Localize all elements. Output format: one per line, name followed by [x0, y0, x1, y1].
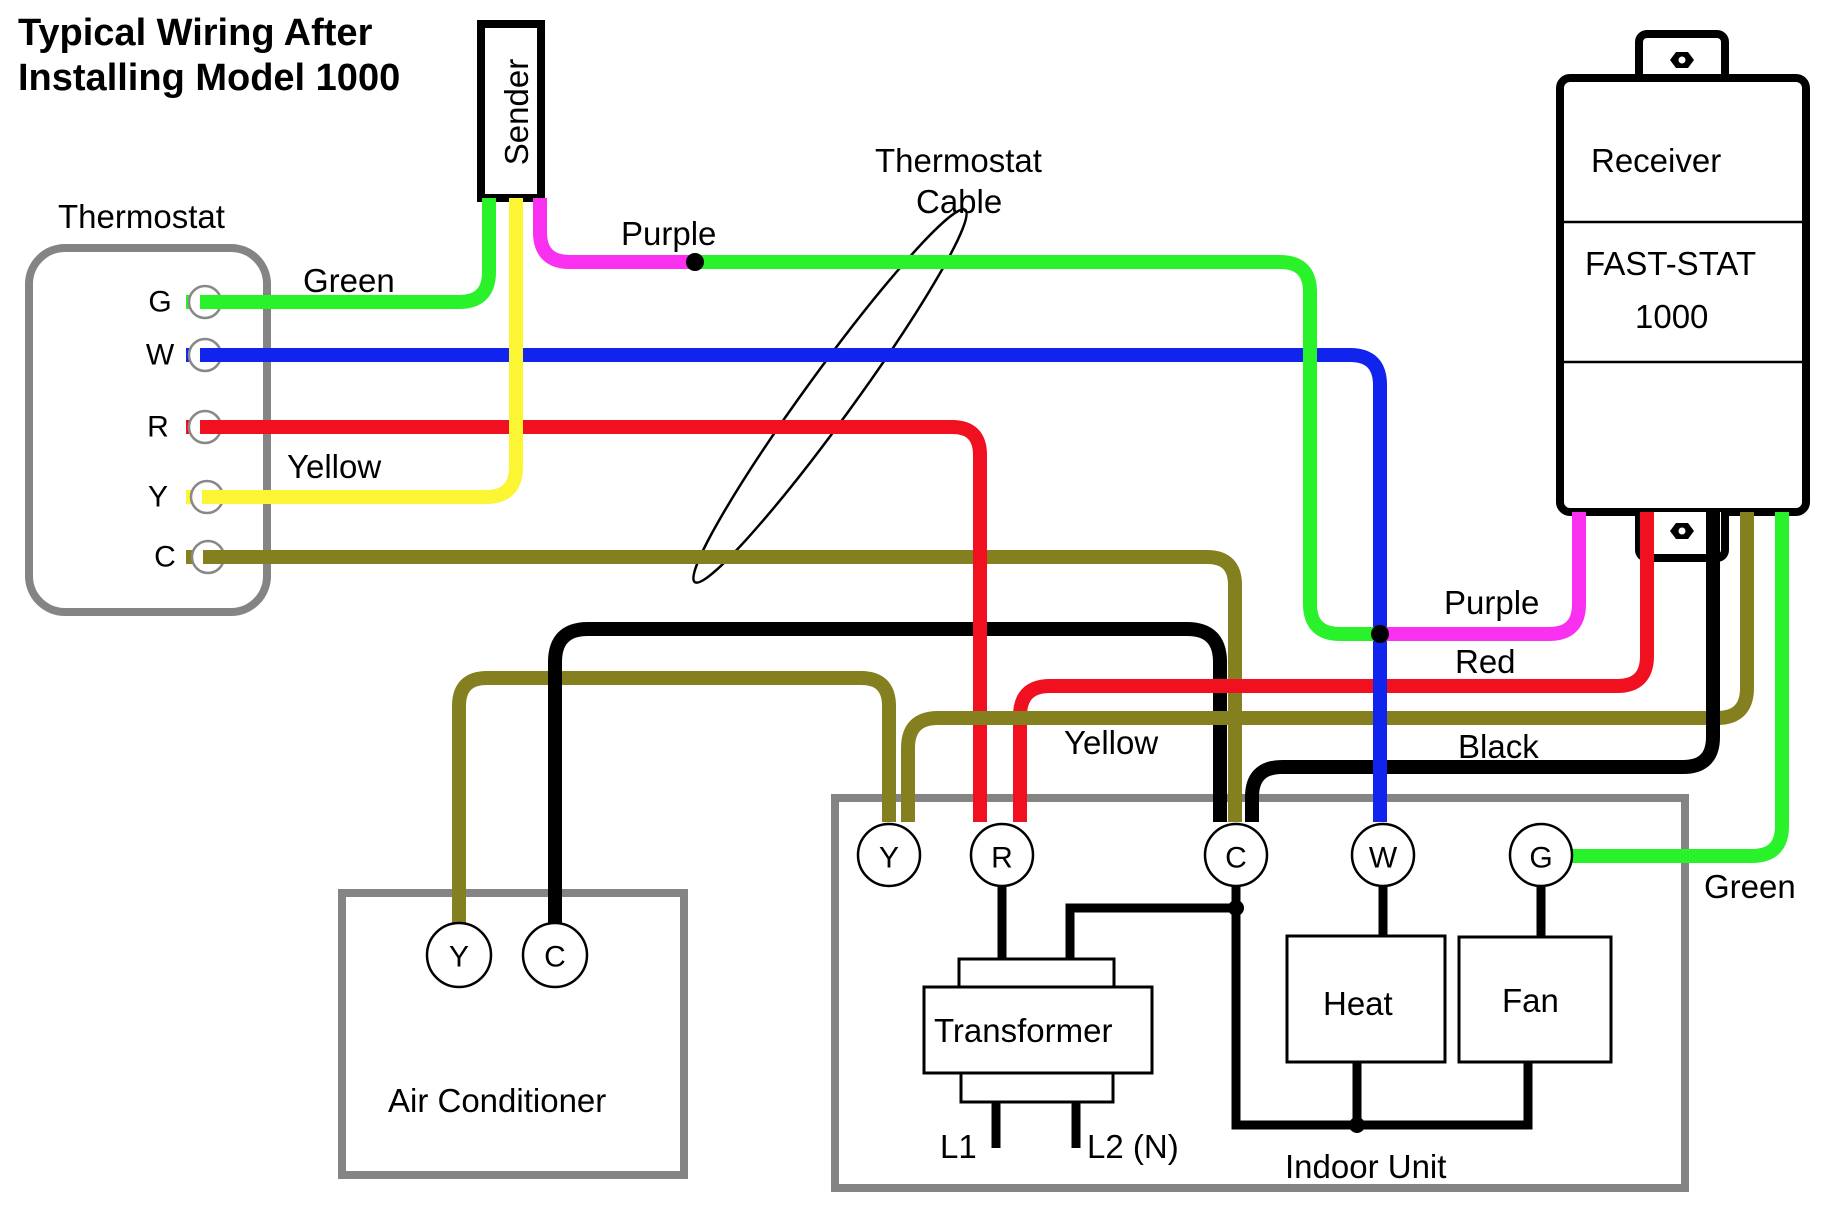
indoor-terminal-label: G [1529, 842, 1552, 875]
junction-dot [1349, 1117, 1365, 1133]
mount-hole [1678, 56, 1686, 64]
cable-label-line2: Cable [916, 183, 1002, 220]
thermostat-terminal-label: W [146, 339, 175, 372]
wire-olive-ac-y [452, 671, 896, 925]
mount-hole [1678, 527, 1686, 535]
thermostat-terminal-label: Y [148, 481, 168, 514]
indoor-terminal-label: Y [879, 842, 899, 875]
thermostat-terminal-label: R [147, 411, 169, 444]
receiver-unit: Receiver FAST-STAT 1000 [1556, 30, 1810, 562]
title-line-2: Installing Model 1000 [18, 57, 400, 99]
thermostat-label: Thermostat [58, 198, 225, 235]
receiver-model-line1: FAST-STAT [1585, 245, 1756, 282]
indoor-terminal-label: R [991, 842, 1013, 875]
label-yellow-top: Yellow [287, 448, 381, 485]
fan-label: Fan [1502, 982, 1559, 1019]
label-purple-top: Purple [621, 215, 716, 252]
sender-label: Sender [498, 59, 535, 165]
line-l1-label: L1 [940, 1128, 977, 1165]
ac-terminal-label: C [544, 941, 566, 974]
receiver-label: Receiver [1591, 142, 1721, 179]
junction-dot [686, 253, 704, 271]
receiver-model-line2: 1000 [1635, 298, 1708, 335]
label-yellow-mid: Yellow [1064, 724, 1158, 761]
title-line-1: Typical Wiring After [18, 12, 373, 54]
junction-dot [1228, 900, 1244, 916]
air-conditioner-label: Air Conditioner [388, 1082, 606, 1119]
label-red-right: Red [1455, 643, 1516, 680]
ac-terminal-label: Y [449, 941, 469, 974]
indoor-unit-label: Indoor Unit [1285, 1148, 1446, 1185]
label-green-top: Green [303, 262, 395, 299]
line-l2-label: L2 (N) [1087, 1128, 1179, 1165]
label-green-right: Green [1704, 868, 1796, 905]
indoor-terminal-label: W [1369, 842, 1398, 875]
wire-green-cable [695, 255, 1380, 641]
transformer-bottom [959, 1071, 1115, 1104]
transformer-label: Transformer [934, 1012, 1112, 1049]
label-black-right: Black [1458, 728, 1539, 765]
transformer-top [957, 957, 1116, 989]
thermostat-terminal-label: C [154, 541, 176, 574]
indoor-terminal-label: C [1225, 842, 1247, 875]
label-purple-right: Purple [1444, 584, 1539, 621]
heat-label: Heat [1323, 985, 1393, 1022]
thermostat-terminal-label: G [148, 286, 171, 319]
air-conditioner-box [338, 889, 688, 1179]
junction-dot [1371, 625, 1389, 643]
wiring-diagram: Typical Wiring After Installing Model 10… [18, 12, 1810, 1192]
cable-label-line1: Thermostat [875, 142, 1042, 179]
